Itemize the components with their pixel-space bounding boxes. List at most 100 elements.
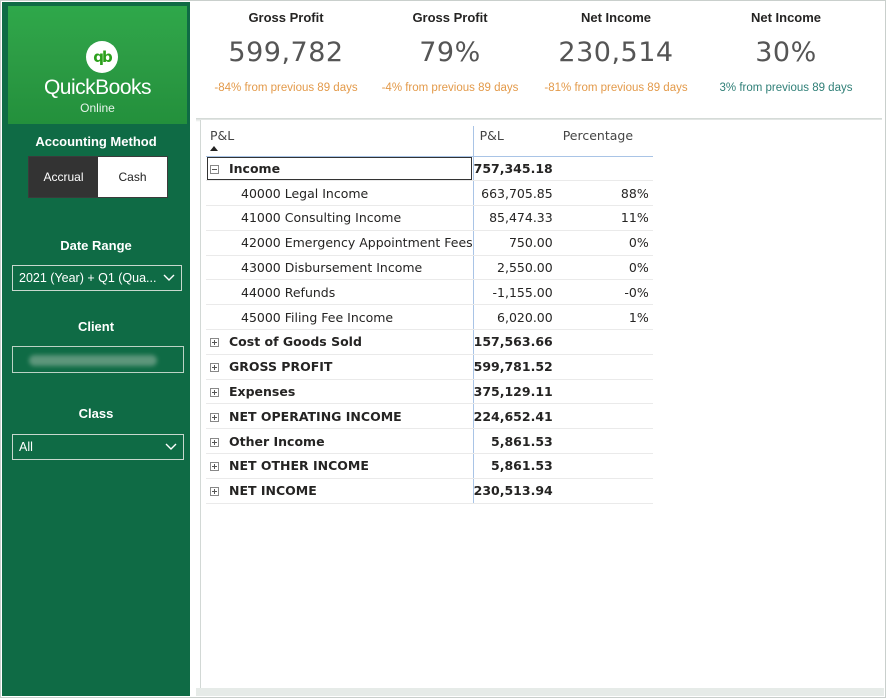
accrual-option[interactable]: Accrual <box>29 157 98 197</box>
column-header-label: P&L <box>210 128 235 143</box>
qb-icon: qb <box>86 41 118 73</box>
group-row[interactable]: NET OTHER INCOME 5,861.53 <box>206 453 653 479</box>
expand-icon[interactable] <box>210 388 219 398</box>
accounting-method-toggle: Accrual Cash <box>28 156 168 198</box>
row-label: 41000 Consulting Income <box>241 210 402 226</box>
row-percentage: 1% <box>556 304 653 331</box>
row-value: 750.00 <box>472 230 557 256</box>
kpi-title: Net Income <box>580 10 652 25</box>
row-percentage: 88% <box>556 180 653 207</box>
kpi-value: 599,782 <box>228 37 344 68</box>
class-label: Class <box>78 406 114 421</box>
client-slicer[interactable] <box>12 346 184 373</box>
row-label: 42000 Emergency Appointment Fees <box>241 235 473 251</box>
row-label: 40000 Legal Income <box>241 185 369 201</box>
date-range-dropdown[interactable]: 2021 (Year) + Q1 (Qua... <box>12 265 182 291</box>
group-row[interactable]: GROSS PROFIT 599,781.52 <box>206 354 653 380</box>
table-row[interactable]: 41000 Consulting Income 85,474.33 11% <box>206 205 653 231</box>
canvas-footer <box>196 688 884 696</box>
table-row[interactable]: 40000 Legal Income 663,705.85 88% <box>206 180 653 207</box>
row-label: Income <box>229 160 281 176</box>
expand-icon[interactable] <box>210 412 219 422</box>
expand-icon[interactable] <box>210 338 219 348</box>
row-label: NET OPERATING INCOME <box>229 408 402 424</box>
table-row[interactable]: 44000 Refunds -1,155.00 -0% <box>206 279 653 306</box>
redacted-client-value <box>29 355 157 366</box>
client-label: Client <box>77 319 115 334</box>
row-percentage <box>556 428 653 455</box>
brand-subtitle: Online <box>80 101 115 115</box>
row-percentage <box>556 453 653 479</box>
qb-mark: qb <box>93 48 113 66</box>
row-label-cell: Expenses <box>206 379 474 405</box>
group-row[interactable]: Expenses 375,129.11 <box>206 379 653 405</box>
row-value: 157,563.66 <box>472 329 557 355</box>
row-label-cell: 40000 Legal Income <box>206 180 474 207</box>
row-value: 757,345.18 <box>472 156 557 182</box>
row-label-cell: NET OTHER INCOME <box>206 453 474 479</box>
group-row[interactable]: NET OPERATING INCOME 224,652.41 <box>206 403 653 430</box>
brand-name: QuickBooks <box>43 76 152 99</box>
row-value: 5,861.53 <box>472 428 557 455</box>
expand-icon[interactable] <box>210 437 219 447</box>
pnl-matrix-panel: P&L P&L Percentage Income 757,345.18 40000… <box>200 120 882 690</box>
kpi-strip: Gross Profit 599,782 -84% from previous … <box>196 2 882 118</box>
sort-ascending-icon <box>210 146 218 151</box>
row-label-cell: NET OPERATING INCOME <box>206 403 474 430</box>
row-percentage <box>556 329 653 355</box>
collapse-icon[interactable] <box>210 164 219 174</box>
filter-sidebar: qb QuickBooks Online Accounting Method A… <box>2 2 190 696</box>
kpi-card: Gross Profit 599,782 -84% from previous … <box>202 2 370 94</box>
group-row[interactable]: Cost of Goods Sold 157,563.66 <box>206 329 653 355</box>
row-label: GROSS PROFIT <box>229 359 333 375</box>
row-label-cell: NET INCOME <box>206 478 474 504</box>
row-percentage: -0% <box>556 279 653 306</box>
row-value: 375,129.11 <box>472 379 557 405</box>
kpi-value: 230,514 <box>558 37 674 68</box>
group-row[interactable]: Income 757,345.18 <box>206 156 653 182</box>
row-label: 45000 Filing Fee Income <box>241 309 394 325</box>
table-row[interactable]: 43000 Disbursement Income 2,550.00 0% <box>206 255 653 281</box>
quickbooks-logo: qb QuickBooks Online <box>8 6 187 124</box>
column-header-percentage[interactable]: Percentage <box>556 126 653 157</box>
group-row[interactable]: Other Income 5,861.53 <box>206 428 653 455</box>
expand-icon[interactable] <box>210 462 219 472</box>
kpi-change: -4% from previous 89 days <box>381 82 519 94</box>
row-label-cell: GROSS PROFIT <box>206 354 474 380</box>
row-percentage <box>556 379 653 405</box>
kpi-title: Net Income <box>750 10 822 25</box>
row-percentage <box>556 354 653 380</box>
expand-icon[interactable] <box>210 363 219 373</box>
cash-option[interactable]: Cash <box>98 157 167 197</box>
table-row[interactable]: 42000 Emergency Appointment Fees 750.00 0% <box>206 230 653 256</box>
expand-icon[interactable] <box>210 487 219 497</box>
kpi-title: Gross Profit <box>412 10 488 25</box>
row-percentage: 0% <box>556 255 653 281</box>
row-value: 230,513.94 <box>472 478 557 504</box>
row-value: 85,474.33 <box>472 205 557 231</box>
row-label: Other Income <box>229 433 325 449</box>
row-percentage: 0% <box>556 230 653 256</box>
date-range-label: Date Range <box>60 238 132 253</box>
row-label: Expenses <box>229 384 296 400</box>
kpi-card: Gross Profit 79% -4% from previous 89 da… <box>366 2 534 94</box>
table-row[interactable]: 45000 Filing Fee Income 6,020.00 1% <box>206 304 653 331</box>
kpi-change: 3% from previous 89 days <box>719 82 853 94</box>
row-label-cell: 43000 Disbursement Income <box>206 255 474 281</box>
kpi-value: 30% <box>755 37 817 68</box>
row-value: 599,781.52 <box>472 354 557 380</box>
row-label-cell: Income <box>206 156 474 182</box>
row-percentage <box>556 478 653 504</box>
class-value: All <box>19 440 33 454</box>
kpi-value: 79% <box>419 37 481 68</box>
accounting-method-label: Accounting Method <box>35 134 157 149</box>
group-row[interactable]: NET INCOME 230,513.94 <box>206 478 653 504</box>
column-header-category[interactable]: P&L <box>206 126 474 157</box>
row-label-cell: 42000 Emergency Appointment Fees <box>206 230 474 256</box>
row-value: 6,020.00 <box>472 304 557 331</box>
column-header-value[interactable]: P&L <box>472 126 557 157</box>
row-label-cell: 45000 Filing Fee Income <box>206 304 474 331</box>
pnl-matrix: P&L P&L Percentage Income 757,345.18 40000… <box>206 126 653 504</box>
class-dropdown[interactable]: All <box>12 434 184 460</box>
row-label-cell: 44000 Refunds <box>206 279 474 306</box>
